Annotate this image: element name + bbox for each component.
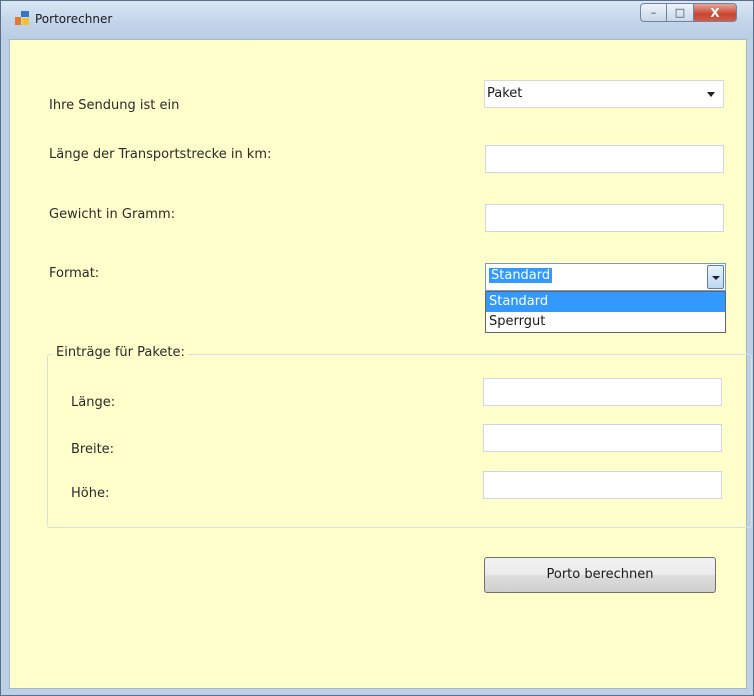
chevron-down-icon [707, 92, 715, 97]
package-height-input[interactable] [483, 471, 722, 499]
shipment-type-select[interactable]: Paket [484, 80, 724, 108]
weight-input[interactable] [485, 204, 724, 232]
title-bar[interactable]: Portorechner – □ X [1, 1, 753, 39]
minimize-button[interactable]: – [640, 3, 667, 22]
calculate-postage-button[interactable]: Porto berechnen [484, 557, 716, 593]
close-button[interactable]: X [694, 3, 737, 22]
app-window: Portorechner – □ X Ihre Sendung ist ein … [0, 0, 754, 696]
app-window-icon[interactable] [15, 11, 29, 25]
window-title: Portorechner [35, 12, 113, 26]
package-height-label: Höhe: [71, 486, 110, 501]
chevron-down-icon [712, 276, 720, 280]
shipment-type-label: Ihre Sendung ist ein [49, 98, 180, 113]
distance-label: Länge der Transportstrecke in km: [49, 147, 272, 162]
format-select[interactable]: Standard [485, 263, 726, 291]
weight-label: Gewicht in Gramm: [49, 207, 176, 222]
maximize-button[interactable]: □ [667, 3, 694, 22]
shipment-type-value: Paket [487, 86, 523, 101]
package-width-input[interactable] [483, 424, 722, 452]
format-dropdown-list: Standard Sperrgut [485, 291, 726, 333]
format-option-sperrgut[interactable]: Sperrgut [486, 312, 725, 332]
package-length-label: Länge: [71, 395, 116, 410]
package-width-label: Breite: [71, 442, 115, 457]
distance-input[interactable] [485, 145, 724, 173]
window-controls: – □ X [640, 3, 737, 23]
package-group-legend: Einträge für Pakete: [53, 345, 188, 360]
format-dropdown-button[interactable] [707, 265, 724, 289]
format-option-standard[interactable]: Standard [486, 292, 725, 312]
format-value: Standard [489, 268, 553, 283]
format-label: Format: [49, 266, 100, 281]
form-area: Ihre Sendung ist ein Paket Länge der Tra… [9, 39, 752, 689]
package-length-input[interactable] [483, 378, 722, 406]
package-entries-group: Einträge für Pakete: Länge: Breite: Höhe… [47, 345, 752, 528]
